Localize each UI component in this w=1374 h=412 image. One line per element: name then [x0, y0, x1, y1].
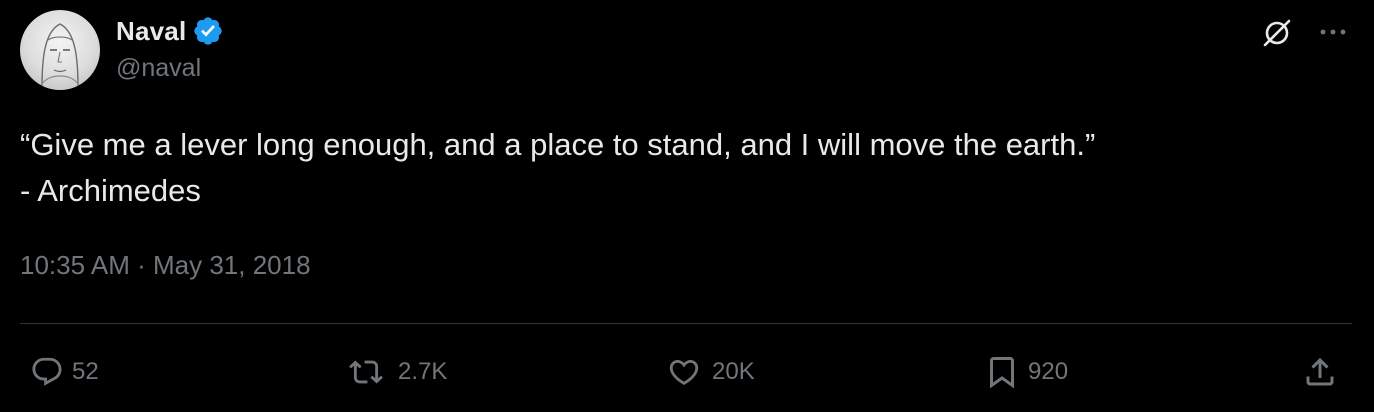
- repost-count: 2.7K: [398, 358, 448, 385]
- divider: [20, 323, 1352, 324]
- bookmark-count: 920: [1028, 358, 1069, 385]
- avatar[interactable]: [20, 10, 100, 90]
- repost-button[interactable]: 2.7K: [342, 352, 447, 392]
- reply-count: 52: [72, 358, 99, 385]
- repost-icon: [342, 355, 390, 389]
- timestamp-separator: ·: [137, 250, 146, 280]
- avatar-sketch-image: [37, 23, 83, 90]
- tweet-card: Naval @naval “Give me a lever long enoug…: [0, 0, 1374, 412]
- tweet-date[interactable]: May 31, 2018: [153, 250, 311, 280]
- reply-button[interactable]: 52: [30, 352, 99, 392]
- bookmark-button[interactable]: 920: [984, 352, 1068, 392]
- display-name[interactable]: Naval: [116, 16, 186, 47]
- bookmark-icon: [984, 354, 1020, 390]
- tweet-text: “Give me a lever long enough, and a plac…: [20, 127, 1096, 208]
- timestamp-row[interactable]: 10:35 AM · May 31, 2018: [20, 250, 311, 281]
- share-button[interactable]: [1302, 352, 1338, 392]
- share-icon: [1302, 354, 1338, 390]
- heart-icon: [664, 355, 704, 389]
- grok-icon[interactable]: [1260, 16, 1294, 50]
- author-name-row: Naval: [116, 14, 224, 48]
- more-icon[interactable]: [1316, 18, 1350, 46]
- author-handle[interactable]: @naval: [116, 54, 201, 83]
- verified-badge-icon[interactable]: [192, 15, 224, 47]
- like-button[interactable]: 20K: [664, 352, 755, 392]
- like-count: 20K: [712, 358, 755, 385]
- reply-icon: [30, 355, 64, 389]
- tweet-time[interactable]: 10:35 AM: [20, 250, 130, 280]
